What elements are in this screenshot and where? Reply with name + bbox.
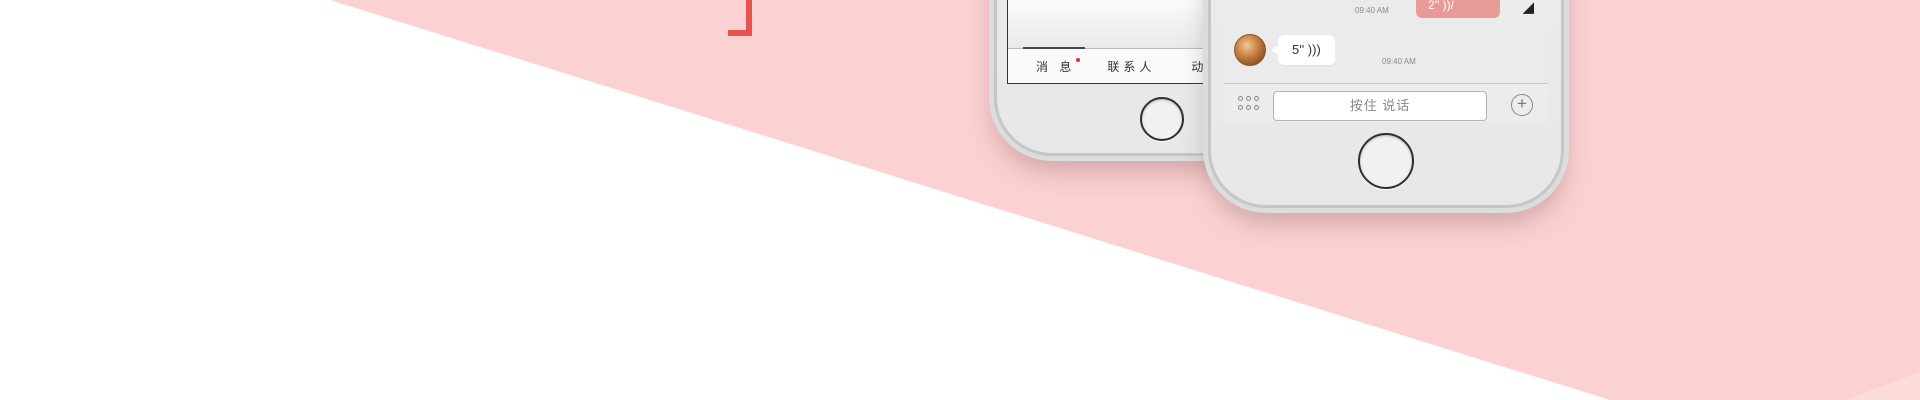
home-button[interactable] xyxy=(1140,97,1184,141)
home-button[interactable] xyxy=(1358,133,1414,189)
tab-moments[interactable]: 动 xyxy=(1191,58,1207,75)
tab-contacts[interactable]: 联系人 xyxy=(1107,58,1155,75)
phone-right: 2'' ))/ ◢ 09:40 AM 5'' ))) 09:40 AM 按住 说… xyxy=(1208,0,1564,208)
incoming-voice-duration: 5'' ))) xyxy=(1292,42,1321,57)
unread-dot-icon xyxy=(1076,57,1081,62)
chat-input-bar: 按住 说话 + xyxy=(1224,83,1548,122)
incoming-message-row: 5'' ))) xyxy=(1234,34,1335,66)
hold-to-talk-button[interactable]: 按住 说话 xyxy=(1273,91,1487,121)
sender-avatar-icon: ◢ xyxy=(1522,0,1534,16)
outgoing-voice-duration: 2'' ))/ xyxy=(1428,0,1454,12)
tab-messages[interactable]: 消 息 xyxy=(1036,57,1081,75)
plus-icon[interactable]: + xyxy=(1511,94,1533,116)
chat-messages-area: 2'' ))/ ◢ 09:40 AM 5'' ))) 09:40 AM xyxy=(1224,0,1548,84)
background-shapes xyxy=(330,0,1920,400)
incoming-time: 09:40 AM xyxy=(1382,57,1416,66)
tab-messages-label: 消 息 xyxy=(1036,59,1076,74)
active-tab-indicator xyxy=(1023,47,1085,49)
chat-screen: 2'' ))/ ◢ 09:40 AM 5'' ))) 09:40 AM 按住 说… xyxy=(1224,0,1548,122)
avatar[interactable] xyxy=(1234,34,1266,66)
corner-bracket-decoration xyxy=(728,0,752,36)
incoming-voice-bubble[interactable]: 5'' ))) xyxy=(1271,35,1335,65)
outgoing-voice-bubble[interactable]: 2'' ))/ xyxy=(1416,0,1500,18)
outgoing-time: 09:40 AM xyxy=(1355,6,1389,15)
keypad-icon[interactable] xyxy=(1238,96,1260,112)
